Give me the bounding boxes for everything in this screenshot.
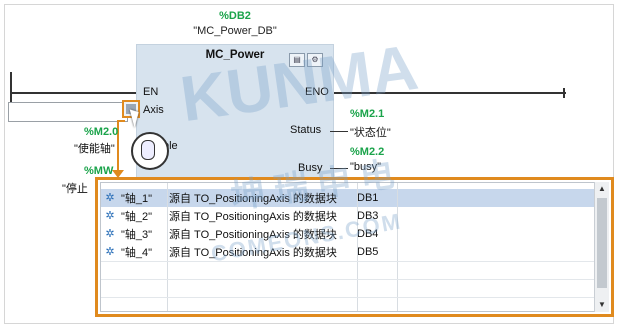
status-wire — [330, 131, 348, 132]
technology-object-icon: ✲ — [105, 210, 115, 222]
row-divider — [101, 297, 594, 298]
column-divider — [167, 183, 168, 311]
dropdown-list: ✲ "轴_1" 源自 TO_PositioningAxis 的数据块 DB1 ✲… — [100, 182, 595, 312]
dropdown-scrollbar[interactable]: ▲ ▼ — [594, 182, 609, 312]
axis-selection-dropdown[interactable]: ✲ "轴_1" 源自 TO_PositioningAxis 的数据块 DB1 ✲… — [95, 177, 614, 317]
row-divider — [101, 279, 594, 280]
pin-axis: Axis — [143, 104, 164, 116]
pin-eno: ENO — [305, 86, 329, 98]
block-toolbox-icon[interactable]: ⚙ — [307, 53, 323, 67]
block-info-icon[interactable]: ▤ — [289, 53, 305, 67]
technology-object-icon: ✲ — [105, 228, 115, 240]
rung-end — [563, 88, 565, 98]
busy-tag-name[interactable]: "busy" — [350, 161, 381, 173]
enable-tag-name[interactable]: "使能轴" — [74, 140, 115, 156]
column-divider — [397, 183, 398, 311]
list-item[interactable]: ✲ "轴_2" 源自 TO_PositioningAxis 的数据块 DB3 — [101, 207, 594, 225]
chevron-down-icon[interactable]: ▼ — [595, 298, 609, 312]
instance-db-symbol[interactable]: "MC_Power_DB" — [0, 25, 470, 37]
pin-status: Status — [290, 124, 322, 136]
status-tag-name[interactable]: "状态位" — [350, 124, 391, 140]
mouse-icon — [141, 140, 155, 160]
list-item[interactable]: ✲ "轴_1" 源自 TO_PositioningAxis 的数据块 DB1 — [101, 189, 594, 207]
technology-object-icon: ✲ — [105, 246, 115, 258]
busy-tag-address: %M2.2 — [350, 146, 385, 158]
column-divider — [357, 183, 358, 311]
stop-tag-name[interactable]: "停止 — [62, 180, 88, 196]
list-item[interactable]: ✲ "轴_4" 源自 TO_PositioningAxis 的数据块 DB5 — [101, 243, 594, 261]
axis-input-field[interactable] — [8, 102, 128, 122]
technology-object-icon: ✲ — [105, 192, 115, 204]
instance-db-address: %DB2 — [219, 10, 251, 22]
pin-en: EN — [143, 86, 159, 98]
scrollbar-thumb[interactable] — [597, 198, 607, 288]
busy-wire — [330, 168, 348, 169]
chevron-up-icon[interactable]: ▲ — [595, 182, 609, 196]
status-tag-address: %M2.1 — [350, 108, 385, 120]
row-divider — [101, 261, 594, 262]
pin-busy: Busy — [298, 162, 323, 174]
enable-tag-address: %M2.0 — [84, 126, 119, 138]
stop-tag-address: %MW — [84, 165, 114, 177]
block-header-icons: ▤ ⚙ — [289, 53, 323, 67]
list-item[interactable]: ✲ "轴_3" 源自 TO_PositioningAxis 的数据块 DB4 — [101, 225, 594, 243]
